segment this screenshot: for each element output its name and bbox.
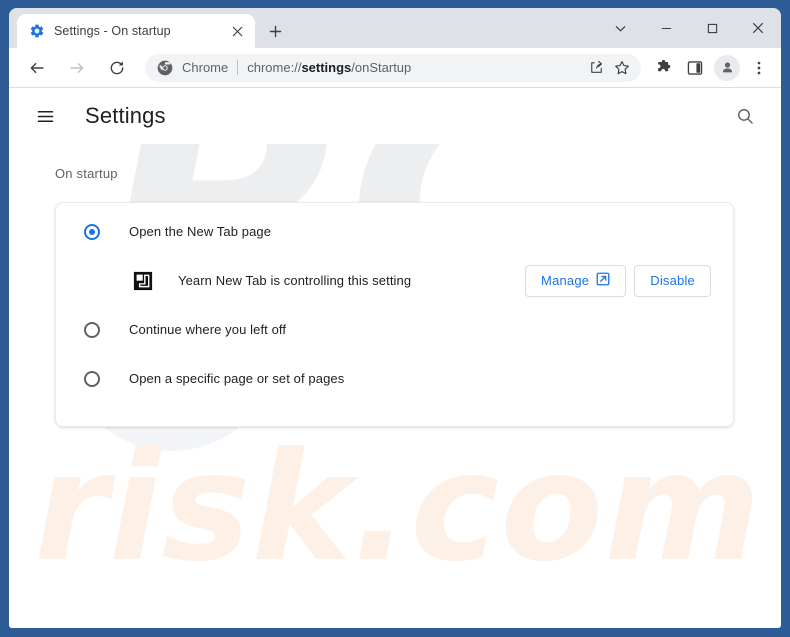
settings-content: On startup Open the New Tab page xyxy=(9,144,781,427)
browser-tab[interactable]: Settings - On startup xyxy=(17,14,255,48)
external-link-icon xyxy=(596,272,610,289)
browser-window-frame: Settings - On startup xyxy=(0,0,790,637)
page-title: Settings xyxy=(85,103,166,129)
browser-window: Settings - On startup xyxy=(9,8,781,628)
radio-open-new-tab-page[interactable]: Open the New Tab page xyxy=(76,207,713,256)
star-icon[interactable] xyxy=(609,55,635,81)
chevron-down-icon[interactable] xyxy=(597,12,643,44)
disable-button[interactable]: Disable xyxy=(634,265,711,297)
card-bottom-spacer xyxy=(76,403,713,426)
search-icon[interactable] xyxy=(725,96,765,136)
minimize-button[interactable] xyxy=(643,12,689,44)
omnibox-divider xyxy=(237,60,238,75)
security-chip-label: Chrome xyxy=(182,60,228,75)
disable-button-label: Disable xyxy=(650,273,695,288)
forward-arrow-icon[interactable] xyxy=(61,52,93,84)
hamburger-menu-icon[interactable] xyxy=(25,96,65,136)
close-icon[interactable] xyxy=(227,21,247,41)
settings-page: PC risk.com Settings On st xyxy=(9,88,781,628)
reload-icon[interactable] xyxy=(101,52,133,84)
settings-gear-icon xyxy=(29,23,45,39)
radio-label: Open the New Tab page xyxy=(129,224,271,239)
radio-label: Open a specific page or set of pages xyxy=(129,371,344,386)
side-panel-icon[interactable] xyxy=(680,53,710,83)
radio-label: Continue where you left off xyxy=(129,322,286,337)
omnibox-actions xyxy=(583,55,635,81)
back-arrow-icon[interactable] xyxy=(21,52,53,84)
section-label: On startup xyxy=(55,166,734,181)
manage-button-label: Manage xyxy=(541,273,589,288)
new-tab-button[interactable] xyxy=(261,17,289,45)
extension-controlled-notice: Yearn New Tab is controlling this settin… xyxy=(76,256,713,305)
radio-button-icon[interactable] xyxy=(84,322,100,338)
manage-button[interactable]: Manage xyxy=(525,265,626,297)
tab-strip: Settings - On startup xyxy=(9,8,781,48)
window-controls xyxy=(597,8,781,48)
close-button[interactable] xyxy=(735,12,781,44)
settings-header: Settings xyxy=(9,88,781,144)
watermark-secondary-text: risk.com xyxy=(34,433,762,583)
maximize-button[interactable] xyxy=(689,12,735,44)
puzzle-piece-icon[interactable] xyxy=(648,53,678,83)
radio-open-specific-pages[interactable]: Open a specific page or set of pages xyxy=(76,354,713,403)
radio-continue-where-left-off[interactable]: Continue where you left off xyxy=(76,305,713,354)
yearn-new-tab-extension-icon xyxy=(133,271,153,291)
radio-button-icon[interactable] xyxy=(84,224,100,240)
chrome-logo-icon xyxy=(157,60,173,76)
browser-toolbar: Chrome chrome://settings/onStartup xyxy=(9,48,781,88)
radio-button-icon[interactable] xyxy=(84,371,100,387)
url-text: chrome://settings/onStartup xyxy=(247,60,583,75)
share-icon[interactable] xyxy=(583,55,609,81)
tab-title: Settings - On startup xyxy=(54,24,218,38)
on-startup-card: Open the New Tab page Yearn Ne xyxy=(55,202,734,427)
address-bar[interactable]: Chrome chrome://settings/onStartup xyxy=(145,54,641,82)
extension-notice-text: Yearn New Tab is controlling this settin… xyxy=(178,273,411,288)
avatar[interactable] xyxy=(714,55,740,81)
three-dot-menu-icon[interactable] xyxy=(744,53,774,83)
extension-notice-actions: Manage Disable xyxy=(525,265,713,297)
